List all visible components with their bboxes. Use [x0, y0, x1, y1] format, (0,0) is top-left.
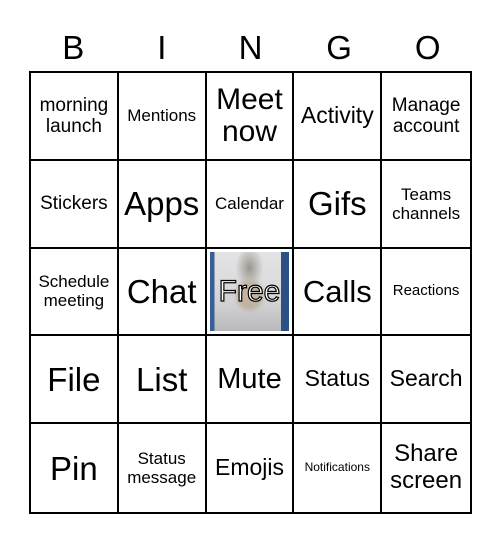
cell-label: Gifs — [307, 185, 367, 223]
header-letter-o: O — [414, 29, 441, 66]
bingo-cell[interactable]: Stickers — [31, 160, 119, 249]
cell-label: Calls — [302, 273, 372, 309]
bingo-cell[interactable]: Calendar — [206, 160, 295, 249]
cell-label: Reactions — [392, 282, 460, 300]
bingo-grid: morning launch Mentions Meet now Activit… — [29, 71, 472, 514]
header-letter-n: N — [238, 29, 263, 66]
bingo-header: B I N G O — [29, 28, 472, 68]
bingo-cell[interactable]: Mute — [206, 336, 295, 425]
bingo-cell[interactable]: Calls — [294, 248, 383, 337]
free-space-cell[interactable]: Free — [206, 248, 295, 337]
bingo-cell[interactable]: Status message — [119, 424, 207, 512]
cell-label: File — [47, 360, 101, 398]
bingo-cell[interactable]: Pin — [31, 424, 119, 512]
cell-label: morning launch — [39, 94, 109, 137]
cell-label: Notifications — [304, 460, 370, 475]
bingo-cell[interactable]: Apps — [118, 160, 207, 249]
bingo-cell[interactable]: Meet now — [206, 73, 295, 161]
bingo-cell[interactable]: Reactions — [382, 249, 470, 337]
bingo-cell[interactable]: Schedule meeting — [31, 248, 119, 337]
bingo-cell[interactable]: morning launch — [31, 73, 119, 161]
bingo-cell[interactable]: Chat — [118, 248, 207, 337]
header-letter-i: I — [157, 29, 167, 66]
cell-label: Activity — [300, 102, 374, 129]
cell-label: Manage account — [391, 94, 461, 137]
cell-label: Stickers — [40, 193, 108, 215]
bingo-cell[interactable]: Search — [382, 336, 470, 425]
bingo-cell[interactable]: Teams channels — [382, 161, 470, 249]
cell-label: List — [136, 360, 188, 398]
cell-label: Pin — [50, 449, 98, 487]
bingo-cell[interactable]: Gifs — [294, 160, 383, 249]
cell-label: Search — [389, 365, 463, 392]
header-letter-g: G — [326, 29, 352, 66]
bingo-cell[interactable]: Emojis — [207, 424, 295, 512]
cell-label: Teams channels — [392, 184, 461, 223]
bingo-cell[interactable]: File — [31, 336, 119, 425]
cell-label: Mute — [217, 363, 282, 396]
header-letter-b: B — [62, 29, 85, 66]
bingo-cell[interactable]: Status — [294, 336, 383, 425]
bingo-cell[interactable]: Share screen — [382, 424, 470, 512]
cell-label: Meet now — [216, 83, 283, 148]
cell-label: Mentions — [127, 106, 197, 126]
cell-label: Schedule meeting — [38, 272, 110, 311]
bingo-cell[interactable]: Manage account — [382, 73, 470, 161]
cell-label: Chat — [126, 272, 197, 310]
cell-label: Apps — [124, 185, 200, 223]
cell-label: Status message — [127, 449, 197, 488]
cell-label: Emojis — [214, 454, 284, 481]
cell-label: Calendar — [214, 194, 284, 214]
free-space-label: Free — [218, 274, 281, 308]
bingo-cell[interactable]: List — [118, 336, 207, 425]
bingo-cell[interactable]: Activity — [294, 73, 383, 161]
cell-label: Share screen — [390, 440, 463, 495]
bingo-cell[interactable]: Mentions — [118, 73, 207, 161]
bingo-cell[interactable]: Notifications — [294, 424, 383, 512]
cell-label: Status — [304, 365, 370, 392]
